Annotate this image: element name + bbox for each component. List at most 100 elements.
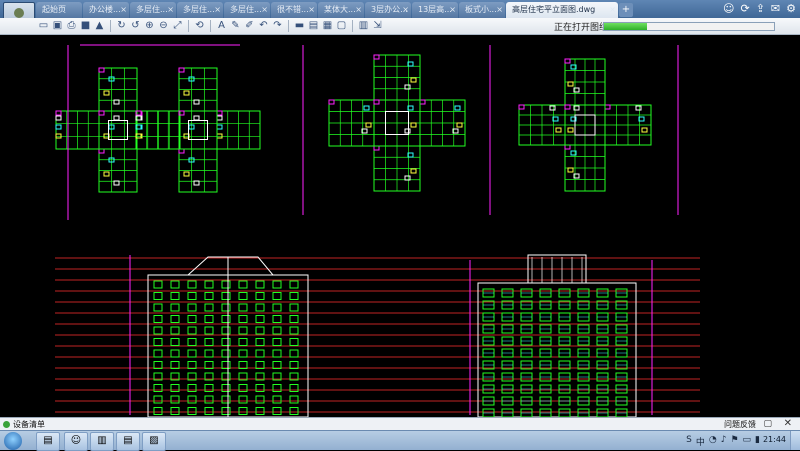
avatar-icon[interactable]: ☺ <box>64 432 88 451</box>
close-tab-icon[interactable]: × <box>261 2 268 18</box>
person-icon[interactable]: ☺ <box>723 2 734 15</box>
elevation-window <box>221 395 231 404</box>
refresh-icon[interactable]: ⟳ <box>740 2 749 15</box>
export-icon[interactable]: ⇲ <box>372 19 383 32</box>
page-icon[interactable]: ▢ <box>336 19 347 32</box>
close-tab-icon[interactable]: × <box>355 2 362 18</box>
elevation-window <box>187 338 197 346</box>
elevation-window <box>289 384 299 392</box>
network-icon[interactable]: ◔ <box>709 435 717 448</box>
zoom-out-icon[interactable]: ⊖ <box>158 19 169 32</box>
tab-document[interactable]: 13层高... × <box>412 2 458 18</box>
floor-plan-left-a-fixture <box>98 148 105 154</box>
cad-drawing[interactable] <box>0 35 800 417</box>
text-icon[interactable]: A <box>216 19 227 32</box>
floor-plan-right-fixture <box>567 81 574 87</box>
equipment-list-tab[interactable]: 设备清单 <box>13 419 45 430</box>
elevation-window <box>187 280 197 289</box>
elevation-window <box>221 292 231 300</box>
toolbar-buttons: ▭ ▣ ⎙ ■ ▲ ↻ ↺ ⊕ ⊖ ⤢ ⟲ A ✎ ✐ ↶ ↷ ▬ ▤ ▦ ▢ ▥ ⇲ <box>38 19 383 32</box>
close-tab-icon[interactable]: × <box>214 2 221 18</box>
print-icon[interactable]: ⎙ <box>66 19 77 32</box>
close-icon[interactable]: ✕ <box>784 418 792 429</box>
folder-icon[interactable]: ▤ <box>36 432 60 451</box>
feedback-link[interactable]: 问题反馈 <box>724 419 756 430</box>
open-icon[interactable]: ▭ <box>38 19 49 32</box>
mail-icon[interactable]: ✉ <box>771 2 780 15</box>
close-tab-icon[interactable]: × <box>496 2 503 18</box>
ime-icon[interactable]: 中 <box>696 435 705 448</box>
settings-icon[interactable]: ⚙ <box>786 2 796 15</box>
elevation-window <box>153 349 163 358</box>
volume-icon[interactable]: ♪ <box>721 435 727 448</box>
close-tab-icon[interactable]: × <box>167 2 174 18</box>
elevation-window <box>187 407 197 415</box>
elevation-window <box>170 384 180 392</box>
refresh-icon[interactable]: ↻ <box>116 19 127 32</box>
elevation-window <box>187 395 197 404</box>
floor-plan-right-fixture <box>641 127 648 133</box>
save-icon[interactable]: ▣ <box>52 19 63 32</box>
tab-document[interactable]: 多层住... × <box>177 2 223 18</box>
tab-document[interactable]: 板式小... × <box>459 2 505 18</box>
elevation-window <box>153 315 163 323</box>
new-tab-button[interactable]: + <box>619 3 633 17</box>
zoom-in-icon[interactable]: ⊕ <box>144 19 155 32</box>
elevation-window <box>204 407 214 415</box>
windows-taskbar: ▤ ☺ ▥ ▤ ▨ S 中 ◔ ♪ ⚑ ▭ ▮ 21:44 <box>0 430 800 451</box>
elevation-window <box>238 407 248 415</box>
drawing-canvas[interactable] <box>0 35 800 417</box>
elevation-window <box>204 349 214 358</box>
elevation-window <box>170 303 180 312</box>
elevation-window <box>170 349 180 358</box>
close-tab-icon[interactable]: × <box>402 2 409 18</box>
undo-icon[interactable]: ⟲ <box>194 19 205 32</box>
lock-icon[interactable]: ▲ <box>94 19 105 32</box>
close-tab-icon[interactable]: × <box>308 2 315 18</box>
elevation-window <box>187 292 197 300</box>
start-button[interactable] <box>4 432 22 450</box>
chat-icon[interactable]: ▢ <box>763 419 772 429</box>
panel-bar: 设备清单 问题反馈 ▢ ✕ <box>0 417 800 431</box>
close-tab-icon[interactable]: × <box>120 2 127 18</box>
close-tab-icon[interactable]: × <box>609 2 616 18</box>
monitor-icon[interactable]: ▭ <box>743 435 752 448</box>
tab-document[interactable]: 某体大... × <box>318 2 364 18</box>
image-icon[interactable]: ▦ <box>322 19 333 32</box>
battery-icon[interactable]: ▮ <box>755 435 760 448</box>
show-desktop-button[interactable] <box>790 431 800 450</box>
brush-icon[interactable]: ✐ <box>244 19 255 32</box>
tab-document[interactable]: 多层住... × <box>130 2 176 18</box>
elevation-window <box>187 303 197 312</box>
folder2-icon[interactable]: ▤ <box>116 432 140 451</box>
tab-document[interactable]: 3层办公... × <box>365 2 411 18</box>
elevation-window <box>170 338 180 346</box>
pdf-icon[interactable]: ■ <box>80 19 91 32</box>
elevation-window <box>238 395 248 404</box>
tab-document[interactable]: 很不错... × <box>271 2 317 18</box>
tab-active-document[interactable]: 高层住宅平立面图.dwg × <box>506 2 618 18</box>
share-icon[interactable]: ⇪ <box>756 2 765 15</box>
books-icon[interactable]: ▥ <box>90 432 114 451</box>
fit-icon[interactable]: ⤢ <box>172 19 183 32</box>
elevation-window <box>272 338 282 346</box>
layout-icon[interactable]: ▥ <box>358 19 369 32</box>
floor-plan-right-fixture <box>564 144 571 150</box>
measure-icon[interactable]: ▬ <box>294 19 305 32</box>
pen-icon[interactable]: ✎ <box>230 19 241 32</box>
floor-plan-right-fixture <box>549 105 556 111</box>
cad-app-icon[interactable]: ▨ <box>142 432 166 451</box>
tab-document[interactable]: 办公楼... × <box>83 2 129 18</box>
floor-plan-center-fixture <box>454 105 461 111</box>
flag-icon[interactable]: ⚑ <box>730 435 738 448</box>
close-tab-icon[interactable]: × <box>449 2 456 18</box>
undo-arrow-icon[interactable]: ↶ <box>258 19 269 32</box>
tab-document[interactable]: 多层住... × <box>224 2 270 18</box>
sogou-icon[interactable]: S <box>686 435 692 448</box>
layers-icon[interactable]: ▤ <box>308 19 319 32</box>
elevation-window <box>272 326 282 335</box>
redo-arrow-icon[interactable]: ↷ <box>272 19 283 32</box>
elevation-window <box>221 315 231 323</box>
rotate-icon[interactable]: ↺ <box>130 19 141 32</box>
tab-start-page[interactable]: 起始页 <box>36 2 82 18</box>
